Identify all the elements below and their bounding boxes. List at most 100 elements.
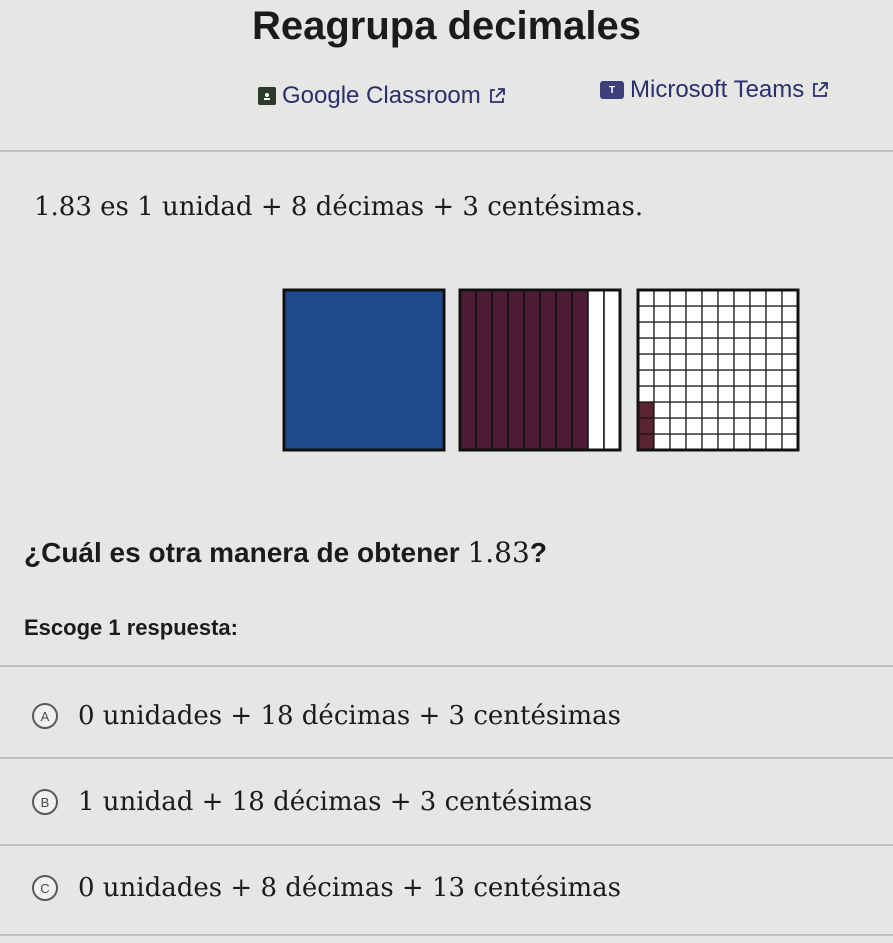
hundredth-cell — [717, 337, 735, 355]
tenth-strip — [587, 289, 605, 451]
hundredth-cell — [701, 369, 719, 387]
hundredth-cell — [669, 433, 687, 451]
hundredth-cell — [781, 353, 799, 371]
choice-divider — [0, 934, 893, 936]
hundredth-cell — [701, 401, 719, 419]
hundredth-cell — [749, 417, 767, 435]
hundredth-cell — [765, 321, 783, 339]
external-link-icon — [813, 82, 829, 97]
hundredth-cell — [749, 305, 767, 323]
hundredth-cell — [653, 289, 671, 307]
hundredth-cell — [717, 385, 735, 403]
choice-c[interactable]: C 0 unidades + 8 décimas + 13 centésimas — [28, 858, 848, 918]
tenth-strip — [555, 289, 573, 451]
share-row: Google Classroom T Microsoft Teams — [0, 76, 893, 112]
hundredth-cell — [733, 353, 751, 371]
hundredth-cell — [781, 321, 799, 339]
hundredth-cell — [685, 433, 703, 451]
hundredth-cell — [637, 321, 655, 339]
hundredth-cell — [669, 337, 687, 355]
hundredth-cell — [669, 401, 687, 419]
hundredth-cell — [717, 417, 735, 435]
answer-prompt: Escoge 1 respuesta: — [24, 615, 238, 640]
hundredth-cell — [765, 337, 783, 355]
whole-unit-square — [282, 288, 446, 452]
hundredth-cell — [781, 385, 799, 403]
hundredth-cell — [637, 433, 655, 451]
hundredth-cell — [669, 321, 687, 339]
tenth-strip — [491, 289, 509, 451]
hundredth-cell — [637, 353, 655, 371]
hundredth-cell — [701, 289, 719, 307]
hundredth-cell — [781, 305, 799, 323]
hundredth-cell — [637, 369, 655, 387]
hundredth-cell — [701, 321, 719, 339]
hundredth-cell — [653, 305, 671, 323]
hundredth-cell — [685, 369, 703, 387]
hundredth-cell — [717, 321, 735, 339]
hundredth-cell — [749, 369, 767, 387]
hundredth-cell — [653, 369, 671, 387]
hundredth-cell — [781, 433, 799, 451]
google-classroom-link[interactable]: Google Classroom — [258, 82, 507, 110]
hundredth-cell — [733, 369, 751, 387]
hundredth-cell — [765, 353, 783, 371]
hundredth-cell — [765, 433, 783, 451]
hundredth-cell — [781, 369, 799, 387]
choice-divider — [0, 844, 893, 846]
hundredth-cell — [653, 417, 671, 435]
hundredth-cell — [653, 401, 671, 419]
hundredth-cell — [637, 401, 655, 419]
question-text: ¿Cuál es otra manera de obtener — [24, 537, 468, 568]
google-classroom-label: Google Classroom — [282, 82, 481, 109]
choice-c-text: 0 unidades + 8 décimas + 13 centésimas — [78, 873, 622, 903]
choice-b-text: 1 unidad + 18 décimas + 3 centésimas — [78, 787, 593, 817]
hundredth-cell — [701, 337, 719, 355]
hundredth-cell — [717, 353, 735, 371]
hundredth-cell — [685, 401, 703, 419]
tenth-strip — [523, 289, 541, 451]
hundredth-cell — [733, 385, 751, 403]
hundredth-cell — [733, 401, 751, 419]
hundredth-cell — [765, 305, 783, 323]
choice-a[interactable]: A 0 unidades + 18 décimas + 3 centésimas — [28, 686, 848, 746]
problem-statement: 1.83 es 1 unidad + 8 décimas + 3 centési… — [34, 192, 644, 222]
hundredth-cell — [669, 369, 687, 387]
hundredth-cell — [733, 289, 751, 307]
hundredth-cell — [669, 417, 687, 435]
choice-b[interactable]: B 1 unidad + 18 décimas + 3 centésimas — [28, 772, 848, 832]
hundredth-cell — [749, 433, 767, 451]
header-divider — [0, 150, 893, 152]
microsoft-teams-icon: T — [600, 81, 624, 99]
hundredth-cell — [637, 305, 655, 323]
hundredth-cell — [669, 305, 687, 323]
hundredth-cell — [765, 369, 783, 387]
microsoft-teams-label: Microsoft Teams — [630, 76, 805, 103]
hundredth-cell — [749, 289, 767, 307]
choice-c-letter: C — [32, 875, 58, 901]
hundredth-cell — [701, 305, 719, 323]
hundredth-cell — [765, 401, 783, 419]
choice-a-letter: A — [32, 703, 58, 729]
hundredth-cell — [637, 417, 655, 435]
hundredth-cell — [765, 417, 783, 435]
hundredth-cell — [765, 289, 783, 307]
hundredth-cell — [701, 353, 719, 371]
hundredth-cell — [685, 417, 703, 435]
hundredth-cell — [781, 337, 799, 355]
hundredth-cell — [717, 305, 735, 323]
hundredth-cell — [749, 353, 767, 371]
hundredth-cell — [653, 353, 671, 371]
hundredth-cell — [717, 369, 735, 387]
tenth-strip — [571, 289, 589, 451]
hundredth-cell — [669, 353, 687, 371]
hundredth-cell — [653, 321, 671, 339]
hundredth-cell — [685, 337, 703, 355]
exercise-title: Reagrupa decimales — [251, 4, 642, 48]
tenth-strip — [459, 289, 477, 451]
hundredth-cell — [781, 289, 799, 307]
question-number: 1.83 — [467, 536, 530, 569]
hundredth-cell — [717, 289, 735, 307]
hundredth-cell — [733, 337, 751, 355]
microsoft-teams-link[interactable]: T Microsoft Teams — [600, 76, 830, 104]
